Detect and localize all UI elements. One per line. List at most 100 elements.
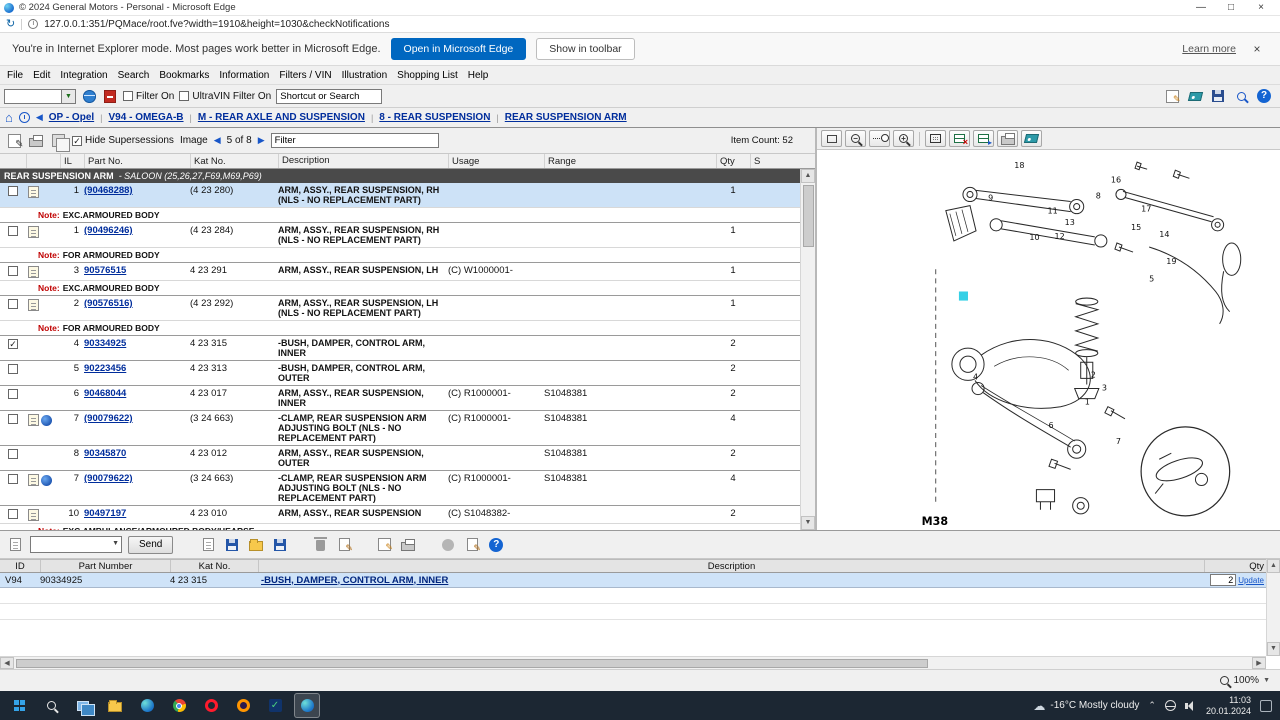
menu-item-bookmarks[interactable]: Bookmarks [154,70,214,81]
parts-row[interactable]: 2(90576516)(4 23 292)ARM, ASSY., REAR SU… [0,296,800,321]
parts-scrollbar[interactable]: ▲ ▼ [800,169,815,530]
tag-icon[interactable] [1187,89,1203,104]
diagram-callout[interactable]: 8 [1096,191,1101,200]
bscroll-up-icon[interactable]: ▲ [1267,559,1280,573]
hide-supersessions-checkbox[interactable]: Hide Supersessions [72,135,174,146]
globe-icon[interactable] [41,475,52,486]
diagram-callout[interactable]: 15 [1131,223,1141,232]
diagram-callout[interactable]: 10 [1029,233,1039,242]
part-number-link[interactable]: (90468288) [84,185,133,196]
parts-row[interactable]: 10904971974 23 010ARM, ASSY., REAR SUSPE… [0,506,800,524]
scroll-left-icon[interactable]: ◀ [0,657,14,669]
doc-icon[interactable] [28,299,39,311]
diagram-callout[interactable]: 3 [1102,384,1107,393]
diagram-callout[interactable]: 13 [1065,218,1075,227]
address-url[interactable]: 127.0.0.1:351/PQMace/root.fve?width=1910… [44,19,389,30]
hide-supersessions-box[interactable] [72,136,82,146]
record-icon[interactable] [439,537,457,553]
shopping-list-row[interactable]: V94 90334925 4 23 315 -BUSH, DAMPER, CON… [0,573,1280,588]
part-number-link[interactable]: (90496246) [84,225,133,236]
active-app-icon[interactable] [294,693,320,718]
diagram-callout[interactable]: 6 [1049,421,1054,430]
edit-entry-icon[interactable] [375,537,393,553]
export-icon[interactable] [271,537,289,553]
banner-close-icon[interactable]: × [1246,42,1268,56]
diagram-callout[interactable]: 5 [1149,274,1154,283]
parts-row[interactable]: 8903458704 23 012ARM, ASSY., REAR SUSPEN… [0,446,800,471]
filter-on-box[interactable] [123,91,133,101]
bottom-vertical-scrollbar[interactable]: ▲ ▼ [1266,559,1280,656]
row-checkbox[interactable] [8,299,18,309]
start-button[interactable] [6,693,32,718]
part-number-link[interactable]: (90079622) [84,473,133,484]
taskbar-clock[interactable]: 11:03 20.01.2024 [1206,695,1251,717]
hidden-icons-chevron[interactable]: ⌃ [1148,700,1156,711]
back-icon[interactable]: ◀ [36,112,43,123]
parts-row[interactable]: 7(90079622)(3 24 663)-CLAMP, REAR SUSPEN… [0,411,800,446]
diagram-callout[interactable]: 12 [1055,232,1065,241]
diagram-callout[interactable]: 9 [988,194,993,203]
parts-row[interactable]: 5902234564 23 313-BUSH, DAMPER, CONTROL … [0,361,800,386]
notes-icon[interactable] [463,537,481,553]
open-folder-icon[interactable] [247,537,265,553]
shortcut-search-input[interactable] [276,89,382,104]
diagram-callout[interactable]: 4 [973,372,978,381]
parts-row[interactable]: 4903349254 23 315-BUSH, DAMPER, CONTROL … [0,336,800,361]
task-view-icon[interactable] [70,693,96,718]
menu-item-edit[interactable]: Edit [28,70,55,81]
menu-item-search[interactable]: Search [113,70,155,81]
menu-item-help[interactable]: Help [463,70,494,81]
row-checkbox[interactable] [8,474,18,484]
quick-select-input[interactable] [4,89,62,104]
parts-filter-input[interactable] [271,133,439,148]
row-description-link[interactable]: -BUSH, DAMPER, CONTROL ARM, INNER [261,575,448,586]
chrome-taskbar-icon[interactable] [166,693,192,718]
update-link[interactable]: Update [1238,576,1264,585]
diagram-callout[interactable]: 18 [1014,161,1024,170]
doc-icon[interactable] [28,226,39,238]
globe-icon[interactable] [41,415,52,426]
part-number-link[interactable]: 90497197 [84,508,126,519]
doc-icon[interactable] [28,474,39,486]
ultravin-checkbox[interactable]: UltraVIN Filter On [179,91,271,102]
scroll-thumb[interactable] [803,185,814,247]
form-icon[interactable] [335,537,353,553]
notepad-icon[interactable] [1164,89,1180,104]
scroll-up-icon[interactable]: ▲ [801,169,815,183]
parts-row[interactable]: 7(90079622)(3 24 663)-CLAMP, REAR SUSPEN… [0,471,800,506]
edit-list-icon[interactable] [6,133,22,148]
doc-icon[interactable] [28,509,39,521]
print-list-icon[interactable] [28,133,44,148]
print-image-icon[interactable] [997,130,1018,147]
close-button[interactable]: × [1246,2,1276,13]
menu-item-information[interactable]: Information [214,70,274,81]
parts-row[interactable]: 6904680444 23 017ARM, ASSY., REAR SUSPEN… [0,386,800,411]
filter-on-checkbox[interactable]: Filter On [123,91,174,102]
maximize-button[interactable]: □ [1216,2,1246,13]
row-checkbox[interactable] [8,364,18,374]
go-icon[interactable] [81,89,97,104]
minimize-button[interactable]: — [1186,2,1216,13]
save-icon[interactable] [223,537,241,553]
parts-row[interactable]: 1(90468288)(4 23 280)ARM, ASSY., REAR SU… [0,183,800,208]
table-remove-icon[interactable] [949,130,970,147]
taskbar-search-icon[interactable] [38,693,64,718]
home-icon[interactable]: ⌂ [5,111,13,124]
parts-row[interactable]: 3905765154 23 291ARM, ASSY., REAR SUSPEN… [0,263,800,281]
opera-taskbar-icon[interactable] [198,693,224,718]
todo-taskbar-icon[interactable]: ✓ [262,693,288,718]
breadcrumb-link[interactable]: 8 - REAR SUSPENSION [379,112,490,123]
weather-widget[interactable]: ☁ -16°C Mostly cloudy [1033,699,1139,713]
diagram-callout[interactable]: 17 [1141,205,1151,214]
row-checkbox[interactable] [8,266,18,276]
table-open-icon[interactable] [973,130,994,147]
diagram-callout[interactable]: 7 [1116,437,1121,446]
learn-more-link[interactable]: Learn more [1182,43,1236,55]
suspension-diagram[interactable]: 18916811131210171514195423167M38 [817,150,1280,530]
parts-row[interactable]: 1(90496246)(4 23 284)ARM, ASSY., REAR SU… [0,223,800,248]
part-number-link[interactable]: 90468044 [84,388,126,399]
doc-icon[interactable] [28,266,39,278]
doc-icon[interactable] [28,186,39,198]
breadcrumb-link[interactable]: M - REAR AXLE AND SUSPENSION [198,112,365,123]
zoom-caret-icon[interactable]: ▼ [1263,677,1270,684]
